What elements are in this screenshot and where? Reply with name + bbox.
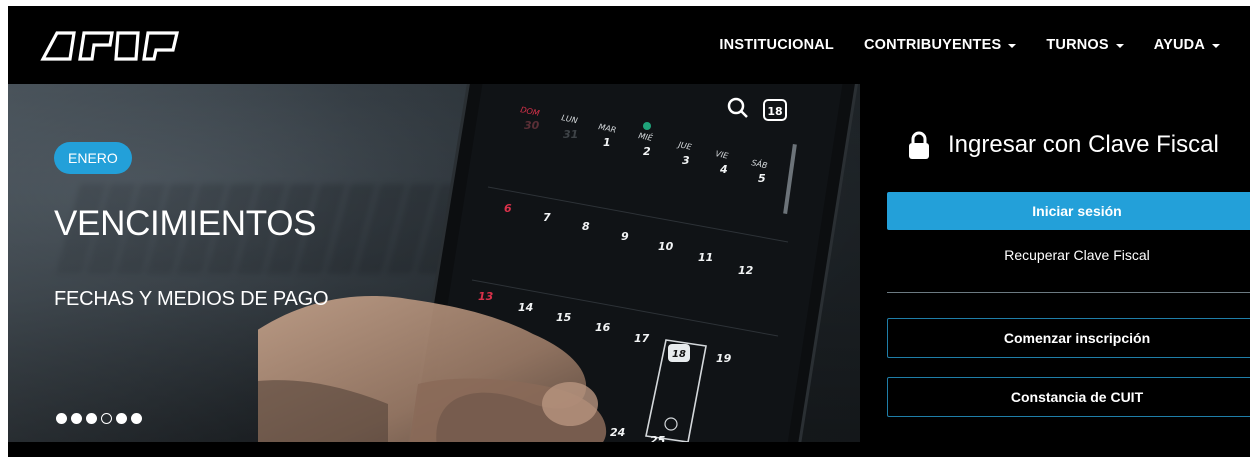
login-heading: Ingresar con Clave Fiscal <box>908 130 1219 160</box>
nav-contribuyentes[interactable]: CONTRIBUYENTES <box>864 37 1017 53</box>
svg-text:30: 30 <box>524 119 540 132</box>
svg-text:18: 18 <box>767 105 782 118</box>
login-panel: Ingresar con Clave Fiscal Iniciar sesión… <box>860 84 1250 442</box>
svg-text:5: 5 <box>758 172 766 185</box>
page-frame: INSTITUCIONAL CONTRIBUYENTES TURNOS AYUD… <box>8 6 1250 457</box>
lock-icon <box>909 131 929 159</box>
svg-text:2: 2 <box>643 145 651 158</box>
svg-text:9: 9 <box>621 230 629 243</box>
svg-text:6: 6 <box>504 202 512 215</box>
svg-text:10: 10 <box>658 240 674 253</box>
nav-institucional-label: INSTITUCIONAL <box>719 37 834 53</box>
cuit-certificate-button[interactable]: Constancia de CUIT <box>887 377 1250 417</box>
svg-text:31: 31 <box>563 128 578 141</box>
login-button[interactable]: Iniciar sesión <box>887 192 1250 230</box>
chevron-down-icon <box>1115 44 1124 48</box>
svg-text:25: 25 <box>650 434 666 442</box>
main-nav: INSTITUCIONAL CONTRIBUYENTES TURNOS AYUD… <box>689 6 1220 84</box>
carousel-dot-2[interactable] <box>71 413 82 424</box>
svg-text:8: 8 <box>582 220 590 233</box>
nav-contribuyentes-label: CONTRIBUYENTES <box>864 37 1002 53</box>
svg-text:12: 12 <box>738 264 754 277</box>
panel-divider <box>887 292 1250 293</box>
carousel-dot-3[interactable] <box>86 413 97 424</box>
carousel-dot-4[interactable] <box>101 413 112 424</box>
start-registration-button[interactable]: Comenzar inscripción <box>887 318 1250 358</box>
svg-text:24: 24 <box>610 426 625 439</box>
hero-title[interactable]: VENCIMIENTOS <box>54 204 316 244</box>
hero-subtitle[interactable]: FECHAS Y MEDIOS DE PAGO <box>54 288 329 311</box>
nav-ayuda[interactable]: AYUDA <box>1154 37 1220 53</box>
svg-text:1: 1 <box>603 136 611 149</box>
carousel-dot-6[interactable] <box>131 413 142 424</box>
svg-text:13: 13 <box>478 290 494 303</box>
svg-text:16: 16 <box>595 321 611 334</box>
phone-calendar-illustration: 18 DOM LUN MAR MIÉ JUE VIE SÁB 30 31 1 2… <box>258 84 858 442</box>
nav-institucional[interactable]: INSTITUCIONAL <box>719 37 834 53</box>
nav-turnos-label: TURNOS <box>1046 37 1109 53</box>
carousel-dot-5[interactable] <box>116 413 127 424</box>
svg-text:19: 19 <box>716 352 732 365</box>
svg-text:17: 17 <box>634 332 650 345</box>
nav-turnos[interactable]: TURNOS <box>1046 37 1124 53</box>
svg-text:3: 3 <box>682 154 690 167</box>
month-badge: ENERO <box>54 142 132 174</box>
svg-text:4: 4 <box>719 163 728 176</box>
chevron-down-icon <box>1212 44 1220 48</box>
chevron-down-icon <box>1008 44 1017 48</box>
hero-carousel[interactable]: 18 DOM LUN MAR MIÉ JUE VIE SÁB 30 31 1 2… <box>8 84 860 442</box>
svg-text:7: 7 <box>543 211 551 224</box>
afip-logo[interactable] <box>40 28 180 62</box>
carousel-indicators <box>56 413 142 424</box>
top-navbar: INSTITUCIONAL CONTRIBUYENTES TURNOS AYUD… <box>8 6 1250 84</box>
login-heading-text: Ingresar con Clave Fiscal <box>948 131 1219 158</box>
svg-text:14: 14 <box>518 301 533 314</box>
svg-text:18: 18 <box>672 349 686 360</box>
recover-password-link[interactable]: Recuperar Clave Fiscal <box>887 240 1250 270</box>
bottom-strip <box>8 442 1250 457</box>
svg-text:11: 11 <box>698 251 713 264</box>
svg-text:15: 15 <box>556 311 572 324</box>
nav-ayuda-label: AYUDA <box>1153 37 1205 53</box>
carousel-dot-1[interactable] <box>56 413 67 424</box>
